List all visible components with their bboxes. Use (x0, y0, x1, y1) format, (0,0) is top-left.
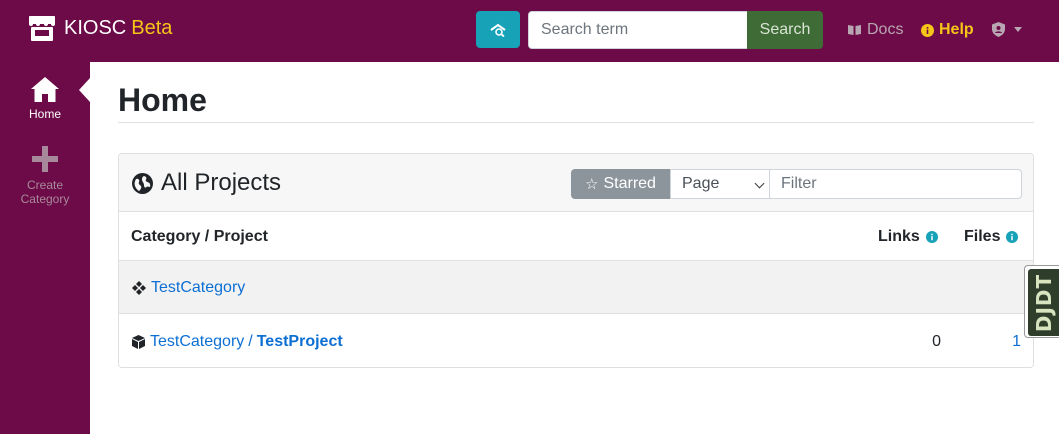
search-button[interactable]: Search (747, 11, 823, 49)
top-navbar: KIOSC Beta Search Docs Help (0, 0, 1059, 62)
home-icon (31, 77, 59, 102)
debug-toolbar-badge: DJDT (1028, 269, 1059, 336)
project-cell: TestCategory / TestProject (132, 333, 343, 351)
table-header: Category / Project Links Files (119, 212, 1033, 261)
brand[interactable]: KIOSC Beta (28, 13, 172, 43)
docs-label: Docs (867, 21, 904, 38)
column-header-name[interactable]: Category / Project (131, 228, 268, 246)
column-header-label: Links (878, 228, 920, 245)
category-cell: TestCategory (132, 279, 245, 297)
cube-icon (132, 335, 145, 349)
sidebar-item-home[interactable]: Home (0, 76, 90, 121)
column-header-label: Files (964, 228, 1001, 245)
help-link[interactable]: Help (921, 21, 974, 39)
info-icon (921, 23, 934, 37)
category-link[interactable]: TestCategory (151, 279, 245, 297)
projects-card: All Projects ☆ Starred Page Category / P… (118, 153, 1034, 368)
starred-filter-button[interactable]: ☆ Starred (571, 169, 670, 199)
sidebar-item-label: Create Category (20, 178, 70, 206)
user-shield-icon (992, 22, 1005, 37)
table-row: TestCategory (119, 261, 1033, 314)
starred-label: Starred (603, 175, 656, 192)
beta-badge: Beta (131, 16, 173, 39)
page-select[interactable]: Page (670, 169, 770, 199)
plus-icon (32, 146, 58, 172)
links-count: 0 (932, 333, 941, 350)
sidebar-item-create-category[interactable]: Create Category (0, 146, 90, 206)
debug-toolbar-handle[interactable]: DJDT (1024, 265, 1059, 338)
chevron-down-icon (1014, 27, 1022, 32)
column-header-links[interactable]: Links (878, 228, 938, 246)
docs-link[interactable]: Docs (847, 21, 903, 39)
filter-input[interactable] (769, 169, 1022, 199)
search-input[interactable] (528, 11, 748, 49)
user-menu-dropdown[interactable] (992, 22, 1022, 37)
globe-icon (132, 172, 153, 194)
page-select-value: Page (682, 175, 720, 192)
advanced-search-button[interactable] (476, 11, 520, 48)
active-indicator (79, 78, 90, 102)
help-label: Help (939, 21, 974, 38)
project-category-link[interactable]: TestCategory (150, 333, 244, 351)
page-title: Home (118, 82, 207, 118)
search-options-icon (490, 23, 506, 37)
files-count-link[interactable]: 1 (989, 333, 1021, 351)
chevron-down-icon (754, 178, 765, 189)
brand-name: KIOSC (64, 16, 127, 39)
divider (118, 122, 1034, 123)
sidebar: Home Create Category (0, 62, 90, 434)
store-icon (29, 16, 55, 41)
book-icon (848, 25, 861, 35)
column-header-label: Category / Project (131, 228, 268, 245)
star-icon: ☆ (585, 176, 599, 193)
card-header: All Projects ☆ Starred Page (119, 154, 1033, 212)
category-icon (132, 281, 146, 295)
info-icon[interactable] (925, 231, 938, 243)
card-title-text: All Projects (161, 169, 282, 196)
table-row: TestCategory / TestProject 0 1 (119, 314, 1033, 367)
sidebar-item-label: Home (28, 107, 61, 121)
debug-toolbar-label: DJDT (1032, 273, 1056, 332)
column-header-files[interactable]: Files (964, 228, 1019, 246)
project-link[interactable]: TestProject (257, 333, 343, 351)
path-separator: / (248, 333, 253, 350)
info-icon[interactable] (1006, 231, 1019, 243)
card-title: All Projects (132, 169, 281, 197)
